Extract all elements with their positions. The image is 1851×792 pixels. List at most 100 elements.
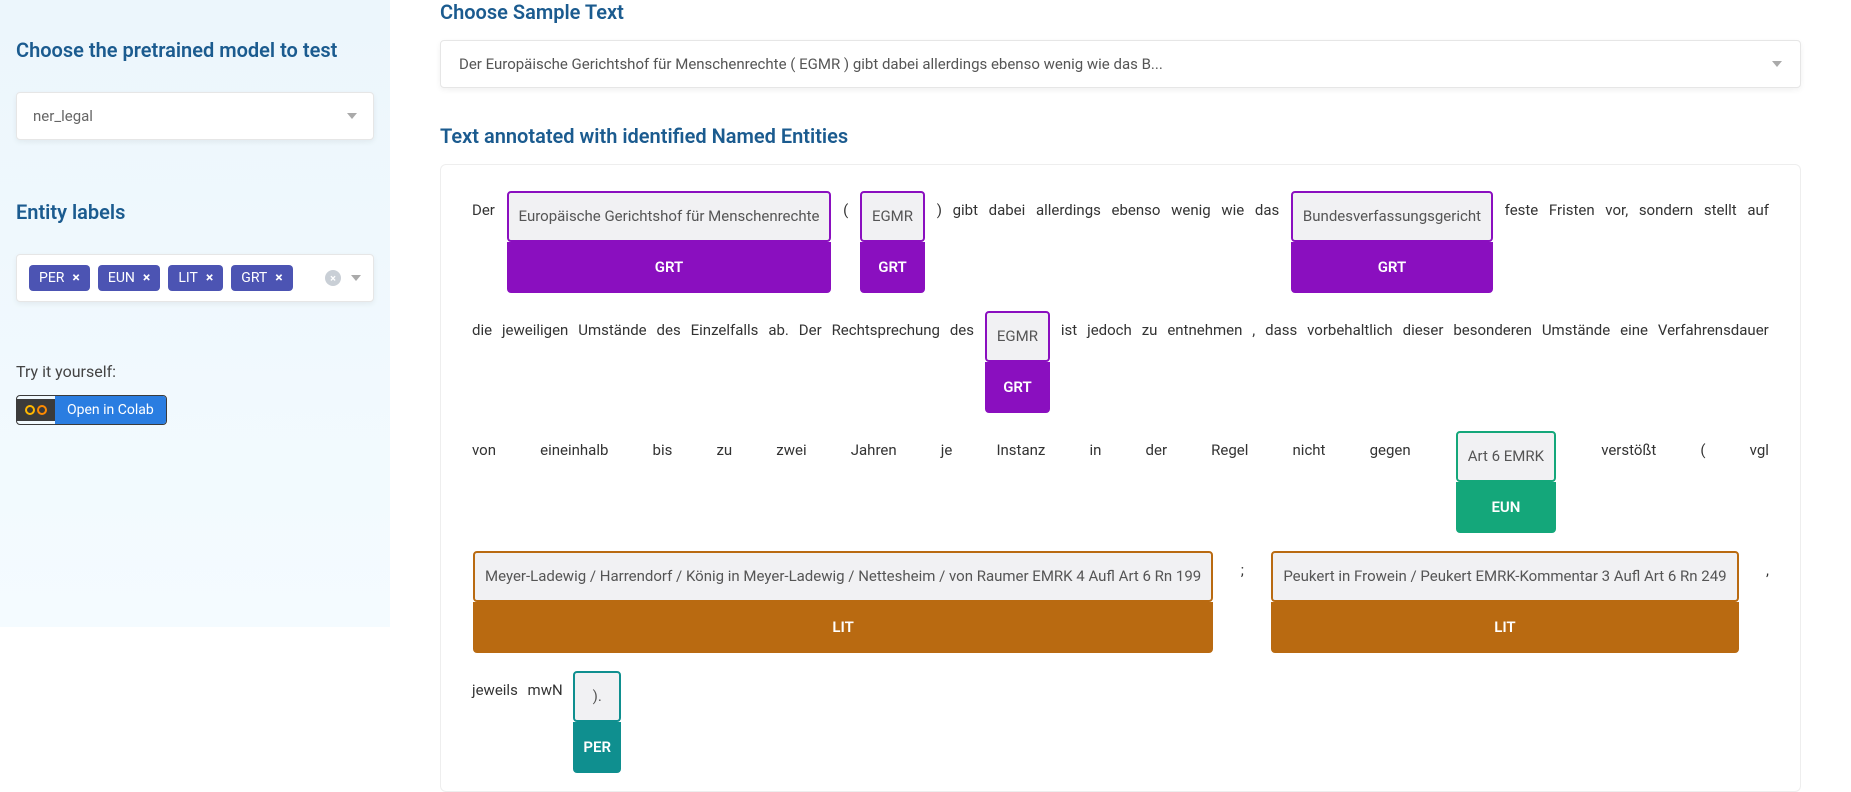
token: vorbehaltlich (1307, 314, 1393, 341)
token: wie (1221, 194, 1244, 221)
token: nicht (1293, 434, 1326, 461)
colab-label: Open in Colab (55, 396, 166, 424)
entity-grt: EGMRGRT (985, 311, 1050, 413)
token: eineinhalb (540, 434, 608, 461)
model-select[interactable]: ner_legal (16, 92, 374, 140)
entity-tag[interactable]: EUN× (98, 265, 160, 291)
token: ( (843, 194, 848, 221)
entity-text: Meyer-Ladewig / Harrendorf / König in Me… (473, 551, 1213, 602)
chevron-down-icon (1772, 61, 1782, 67)
tag-label: LIT (178, 270, 198, 286)
token: mwN (528, 674, 563, 701)
entity-tag-input[interactable]: PER×EUN×LIT×GRT×× (16, 254, 374, 302)
token: von (472, 434, 496, 461)
token: ; (1241, 554, 1244, 581)
token: ist (1061, 314, 1077, 341)
token: des (657, 314, 681, 341)
entity-label: GRT (1291, 242, 1493, 293)
token: jeweils (472, 674, 518, 701)
token: der (1146, 434, 1168, 461)
token: dabei (989, 194, 1026, 221)
entity-per: ).PER (573, 671, 621, 773)
token: Fristen (1549, 194, 1595, 221)
entity-eun: Art 6 EMRKEUN (1456, 431, 1556, 533)
token: ebenso (1112, 194, 1161, 221)
token: Verfahrensdauer (1658, 314, 1769, 341)
token: die (472, 314, 492, 341)
token: ( (1700, 434, 1705, 461)
token: jeweiligen (502, 314, 568, 341)
entity-lit: Meyer-Ladewig / Harrendorf / König in Me… (473, 551, 1213, 653)
entity-label: EUN (1456, 482, 1556, 533)
entity-label: GRT (507, 242, 832, 293)
chevron-down-icon (347, 113, 357, 119)
model-select-value: ner_legal (33, 107, 93, 125)
sample-text-value: Der Europäische Gerichtshof für Menschen… (459, 55, 1163, 73)
token: , (1766, 554, 1769, 581)
token: das (1255, 194, 1279, 221)
token: Umstände (1542, 314, 1610, 341)
entity-grt: BundesverfassungsgerichtGRT (1291, 191, 1493, 293)
open-in-colab-button[interactable]: Open in Colab (16, 395, 167, 425)
sidebar: Choose the pretrained model to test ner_… (0, 0, 390, 627)
token: Umstände (578, 314, 646, 341)
token: je (941, 434, 953, 461)
sample-heading: Choose Sample Text (440, 0, 1801, 24)
token: dass (1265, 314, 1297, 341)
token: eine (1620, 314, 1648, 341)
token: auf (1747, 194, 1769, 221)
token: bis (653, 434, 673, 461)
token: feste (1505, 194, 1539, 221)
entity-grt: EGMRGRT (860, 191, 925, 293)
chevron-down-icon[interactable] (351, 275, 361, 281)
token: des (950, 314, 974, 341)
entity-lit: Peukert in Frowein / Peukert EMRK-Kommen… (1271, 551, 1738, 653)
entity-label: LIT (1271, 602, 1738, 653)
try-label: Try it yourself: (16, 362, 374, 381)
token: verstößt (1601, 434, 1656, 461)
token: zwei (776, 434, 806, 461)
token: Jahren (851, 434, 897, 461)
sample-text-select[interactable]: Der Europäische Gerichtshof für Menschen… (440, 40, 1801, 88)
token: wenig (1171, 194, 1211, 221)
remove-tag-icon[interactable]: × (206, 271, 213, 285)
token: entnehmen (1167, 314, 1242, 341)
remove-tag-icon[interactable]: × (72, 271, 79, 285)
token: ) (937, 194, 942, 221)
entity-label: LIT (473, 602, 1213, 653)
remove-tag-icon[interactable]: × (275, 271, 282, 285)
token: in (1089, 434, 1101, 461)
entity-label: GRT (860, 242, 925, 293)
token: jedoch (1087, 314, 1132, 341)
entity-label: PER (573, 722, 621, 773)
token: vgl (1750, 434, 1769, 461)
token: gibt (953, 194, 978, 221)
entity-text: Art 6 EMRK (1456, 431, 1556, 482)
entity-heading: Entity labels (16, 200, 374, 224)
entity-tag[interactable]: GRT × (231, 265, 292, 291)
token: , (1252, 314, 1255, 341)
token: zu (716, 434, 732, 461)
tag-label: PER (39, 270, 64, 286)
token: ab. (768, 314, 789, 341)
token: allerdings (1036, 194, 1101, 221)
remove-tag-icon[interactable]: × (143, 271, 150, 285)
token: Der (799, 314, 822, 341)
token: dieser (1403, 314, 1444, 341)
model-heading: Choose the pretrained model to test (16, 38, 374, 62)
entity-tag[interactable]: PER × (29, 265, 90, 291)
annotation-output: Der Europäische Gerichtshof für Menschen… (440, 164, 1801, 792)
token: zu (1142, 314, 1158, 341)
token: Der (472, 194, 495, 221)
token: sondern (1639, 194, 1693, 221)
token: gegen (1370, 434, 1411, 461)
token: besonderen (1453, 314, 1532, 341)
tag-label: GRT (241, 270, 267, 286)
token: vor, (1605, 194, 1628, 221)
entity-grt: Europäische Gerichtshof für Menschenrech… (507, 191, 832, 293)
entity-tag[interactable]: LIT × (168, 265, 223, 291)
clear-all-icon[interactable]: × (325, 270, 341, 286)
entity-text: EGMR (860, 191, 925, 242)
token: Einzelfalls (691, 314, 759, 341)
entity-text: EGMR (985, 311, 1050, 362)
